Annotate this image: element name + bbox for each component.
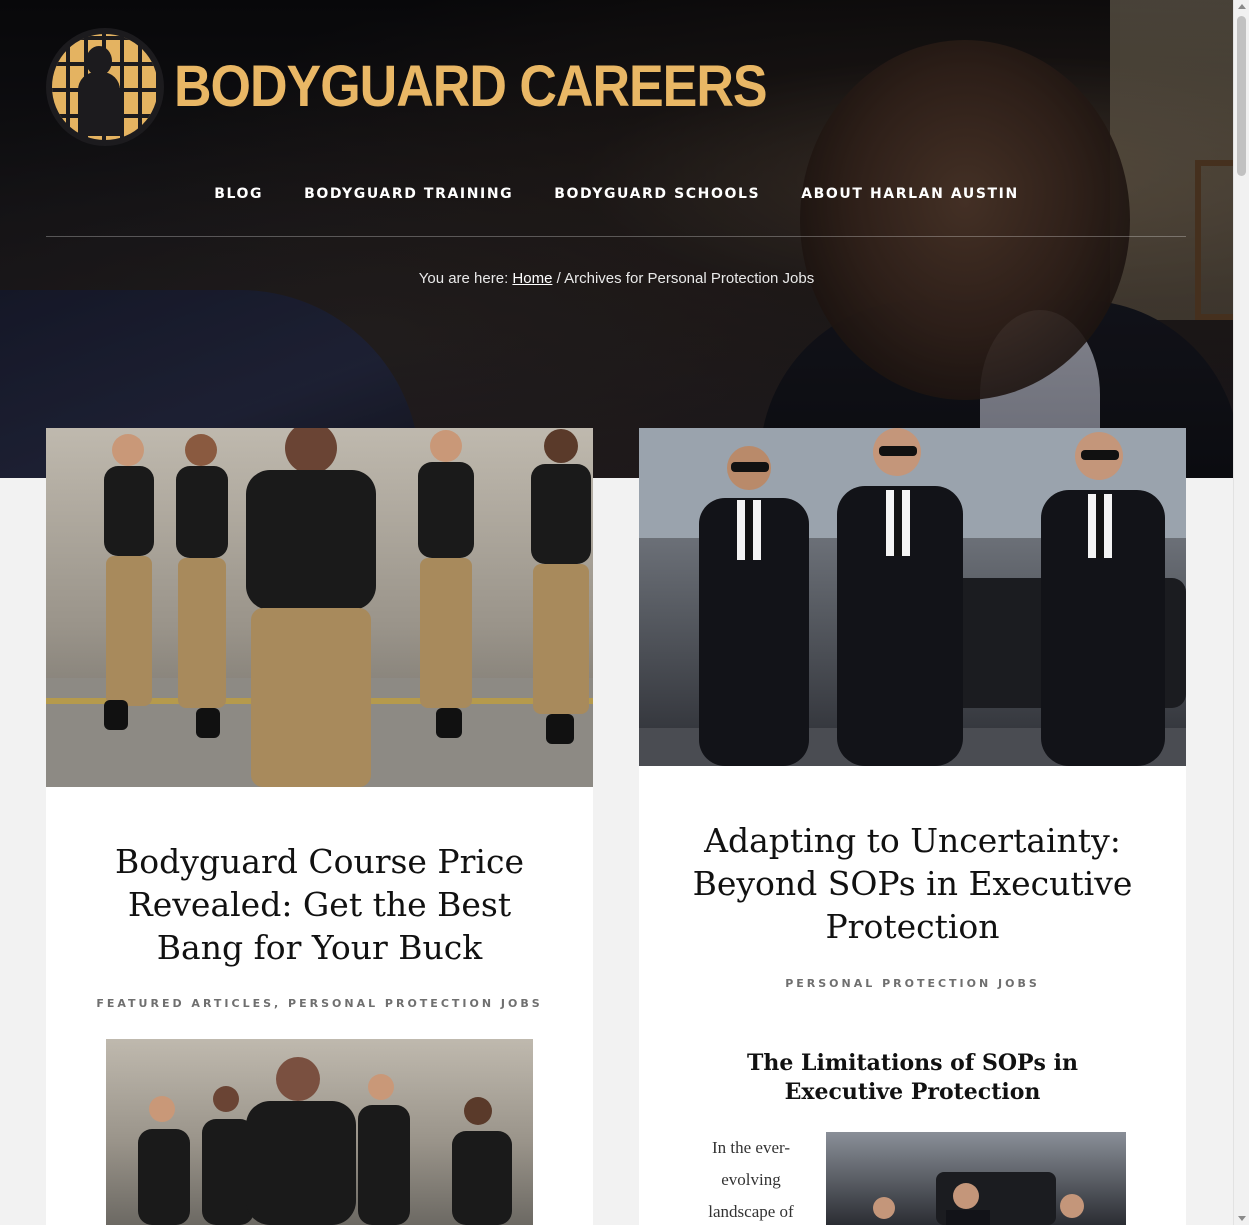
breadcrumb-prefix: You are here: [418, 270, 513, 287]
runners-inline-illustration [138, 1057, 512, 1225]
category-link-personal-protection-jobs[interactable]: PERSONAL PROTECTION JOBS [785, 977, 1040, 990]
excerpt-line: landscape of [708, 1202, 794, 1221]
excerpt-line: In the ever- [711, 1138, 790, 1157]
nav-divider [46, 236, 1186, 237]
post-categories: PERSONAL PROTECTION JOBS [639, 977, 1186, 990]
site-logo[interactable]: BODYGUARD CAREERS [46, 28, 768, 146]
category-link-personal-protection-jobs[interactable]: PERSONAL PROTECTION JOBS [288, 997, 543, 1010]
nav-item-blog[interactable]: BLOG [214, 186, 263, 202]
post-categories: FEATURED ARTICLES, PERSONAL PROTECTION J… [46, 997, 593, 1010]
bodyguards-illustration [639, 428, 1186, 766]
nav-item-bodyguard-training[interactable]: BODYGUARD TRAINING [304, 186, 513, 202]
runners-illustration [46, 428, 593, 787]
suited-bodyguards-image[interactable] [639, 428, 1186, 766]
category-link-featured-articles[interactable]: FEATURED ARTICLES [96, 997, 274, 1010]
person-silhouette-icon [78, 46, 120, 136]
logo-text: BODYGUARD CAREERS [174, 54, 768, 120]
breadcrumb-home-link[interactable]: Home [512, 270, 552, 287]
post-card: Bodyguard Course Price Revealed: Get the… [46, 428, 593, 1225]
post-title-link[interactable]: Adapting to Uncertainty: Beyond SOPs in … [689, 819, 1136, 948]
post-inline-image [106, 1039, 533, 1225]
breadcrumb-separator: / [552, 270, 565, 287]
breadcrumb-current: Archives for Personal Protection Jobs [564, 270, 815, 287]
nav-item-about-harlan-austin[interactable]: ABOUT HARLAN AUSTIN [801, 186, 1019, 202]
nav-item-bodyguard-schools[interactable]: BODYGUARD SCHOOLS [554, 186, 760, 202]
post-subheading: The Limitations of SOPs in Executive Pro… [747, 1050, 1078, 1105]
post-title-link[interactable]: Bodyguard Course Price Revealed: Get the… [86, 840, 553, 969]
main-nav: BLOG BODYGUARD TRAINING BODYGUARD SCHOOL… [0, 186, 1233, 202]
bodyguards-inline-illustration [873, 1172, 1084, 1225]
page-scrollbar[interactable] [1233, 0, 1249, 1225]
post-excerpt: In the ever- evolving landscape of [699, 1132, 803, 1225]
scroll-down-arrow-icon[interactable] [1238, 1216, 1246, 1221]
logo-emblem-icon [46, 28, 164, 146]
excerpt-line: evolving [721, 1170, 781, 1189]
post-card: Adapting to Uncertainty: Beyond SOPs in … [639, 428, 1186, 1225]
post-inline-image [826, 1132, 1126, 1225]
breadcrumb: You are here: Home / Archives for Person… [0, 270, 1233, 287]
site-header: BODYGUARD CAREERS BLOG BODYGUARD TRAININ… [0, 0, 1233, 478]
scroll-thumb[interactable] [1237, 16, 1246, 176]
category-separator: , [274, 997, 289, 1010]
scroll-up-arrow-icon[interactable] [1238, 4, 1246, 9]
running-trainees-image[interactable] [46, 428, 593, 787]
